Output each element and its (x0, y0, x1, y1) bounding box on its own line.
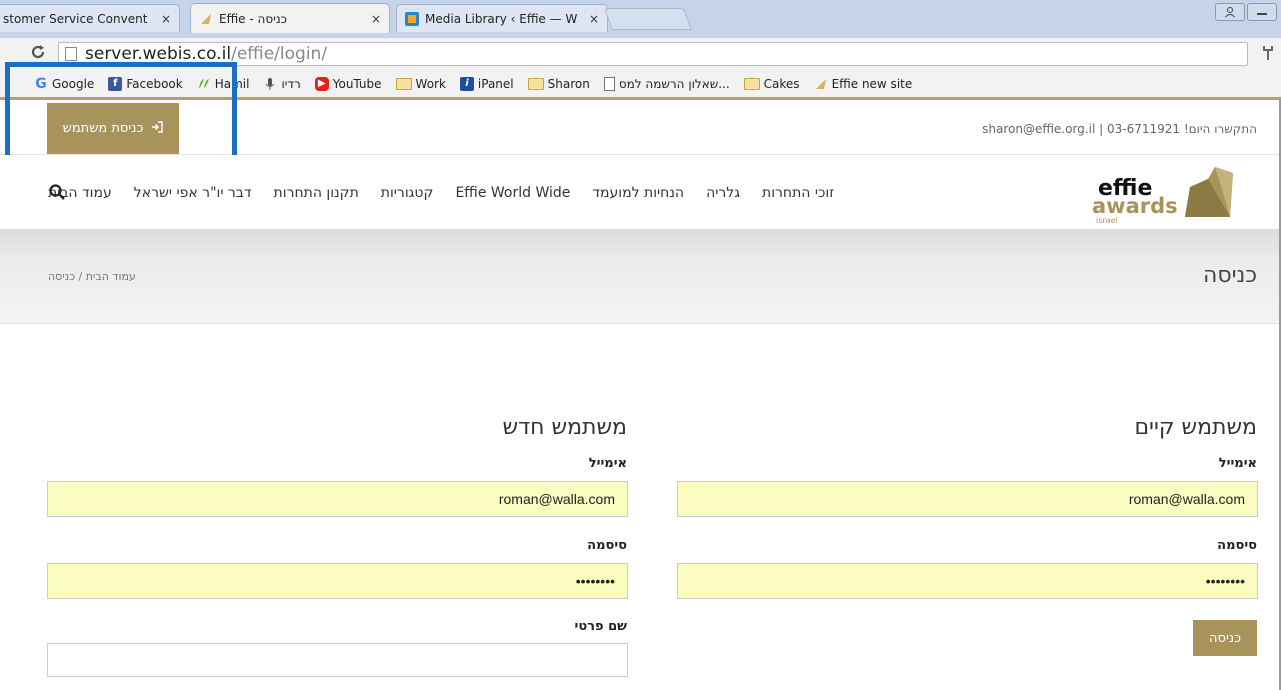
nav-item-winners[interactable]: זוכי התחרות (762, 185, 834, 201)
new-password-label: סיסמה (587, 538, 627, 553)
folder-icon (527, 77, 544, 90)
nav-item-gallery[interactable]: גלריה (706, 185, 740, 201)
breadcrumb[interactable]: עמוד הבית / כניסה (48, 270, 136, 283)
new-password-input[interactable]: •••••••• (47, 563, 628, 599)
bookmark-label: YouTube (332, 76, 382, 91)
search-icon[interactable] (48, 183, 66, 201)
bookmark-youtube[interactable]: ▶ YouTube (314, 76, 382, 91)
page-header-band (0, 229, 1281, 324)
effie-awards-logo[interactable]: effie awards israel (1090, 165, 1235, 225)
radio-icon (263, 77, 277, 91)
nav-item-effie-world-wide[interactable]: Effie World Wide (455, 185, 570, 201)
document-icon (603, 76, 615, 91)
close-icon[interactable]: × (589, 12, 599, 26)
bookmark-label: שאלון הרשמה למס... (618, 76, 730, 91)
youtube-icon: ▶ (314, 76, 329, 91)
browser-tab-strip: stomer Service Convent × Effie - כניסה ×… (0, 0, 1281, 38)
folder-icon (395, 77, 412, 90)
folder-icon (743, 77, 760, 90)
browser-tab-effie-login[interactable]: Effie - כניסה × (190, 3, 390, 33)
new-user-title: משתמש חדש (502, 415, 627, 440)
bookmark-ipanel[interactable]: i iPanel (459, 76, 514, 91)
existing-email-input[interactable]: roman@walla.com (677, 481, 1258, 517)
bookmark-sharon[interactable]: Sharon (527, 76, 590, 91)
close-icon[interactable]: × (161, 12, 171, 26)
url-host: server.webis.co.il (85, 44, 232, 64)
bookmark-label: רדיו (281, 76, 301, 91)
existing-password-input[interactable]: •••••••• (677, 563, 1258, 599)
existing-password-label: סיסמה (1217, 538, 1257, 553)
page-icon (65, 47, 77, 61)
bookmark-cakes[interactable]: Cakes (743, 76, 800, 91)
window-controls (1215, 3, 1277, 21)
bookmark-label: Cakes (763, 76, 800, 91)
logo-israel: israel (1096, 216, 1118, 225)
bookmark-radio[interactable]: רדיו (263, 76, 301, 91)
new-email-input[interactable]: roman@walla.com (47, 481, 628, 517)
nav-item-candidate-guidelines[interactable]: הנחיות למועמד (592, 185, 684, 201)
wrench-icon[interactable] (1262, 45, 1274, 65)
minimize-icon[interactable] (1247, 3, 1277, 21)
url-path: /effie/login/ (231, 44, 328, 64)
tab-title: stomer Service Convent (3, 11, 148, 26)
existing-user-title: משתמש קיים (1134, 415, 1257, 440)
bookmark-label: Work (415, 76, 446, 91)
ipanel-icon: i (459, 76, 474, 91)
bookmark-effie-new-site[interactable]: Effie new site (814, 76, 913, 91)
tab-title: Media Library ‹ Effie — W (425, 11, 578, 26)
highlight-annotation-box (5, 62, 237, 170)
effie-leaf-icon (814, 77, 828, 91)
nav-menu: עמוד הבית דבר יו"ר אפי ישראל תקנון התחרו… (48, 178, 908, 208)
new-email-label: אימייל (588, 456, 627, 471)
browser-tab-customer-service[interactable]: stomer Service Convent × (0, 4, 180, 32)
bookmark-work[interactable]: Work (395, 76, 446, 91)
first-name-label: שם פרטי (574, 619, 627, 634)
logo-awards: awards (1092, 194, 1178, 218)
browser-tab-media-library[interactable]: Media Library ‹ Effie — W × (396, 4, 608, 32)
nav-item-competition-rules[interactable]: תקנון התחרות (274, 185, 359, 201)
new-tab-button[interactable] (603, 8, 693, 30)
user-profile-icon[interactable] (1215, 3, 1245, 21)
bookmark-label: Effie new site (831, 76, 913, 91)
tab-title: Effie - כניסה (219, 11, 287, 26)
nav-item-categories[interactable]: קטגוריות (381, 185, 434, 201)
first-name-input[interactable] (47, 643, 628, 677)
bookmark-registration-form[interactable]: שאלון הרשמה למס... (603, 76, 730, 91)
bookmark-label: iPanel (477, 76, 514, 91)
contact-info: התקשרו היום! 03-6711921 | sharon@effie.o… (982, 122, 1257, 136)
effie-leaf-icon (199, 12, 213, 26)
existing-email-label: אימייל (1218, 456, 1257, 471)
bookmark-label: Sharon (547, 76, 590, 91)
media-library-icon (405, 11, 419, 26)
login-submit-button[interactable]: כניסה (1193, 620, 1257, 656)
close-icon[interactable]: × (371, 12, 381, 26)
page-title: כניסה (1202, 263, 1257, 288)
nav-item-chairman-message[interactable]: דבר יו"ר אפי ישראל (134, 185, 252, 201)
